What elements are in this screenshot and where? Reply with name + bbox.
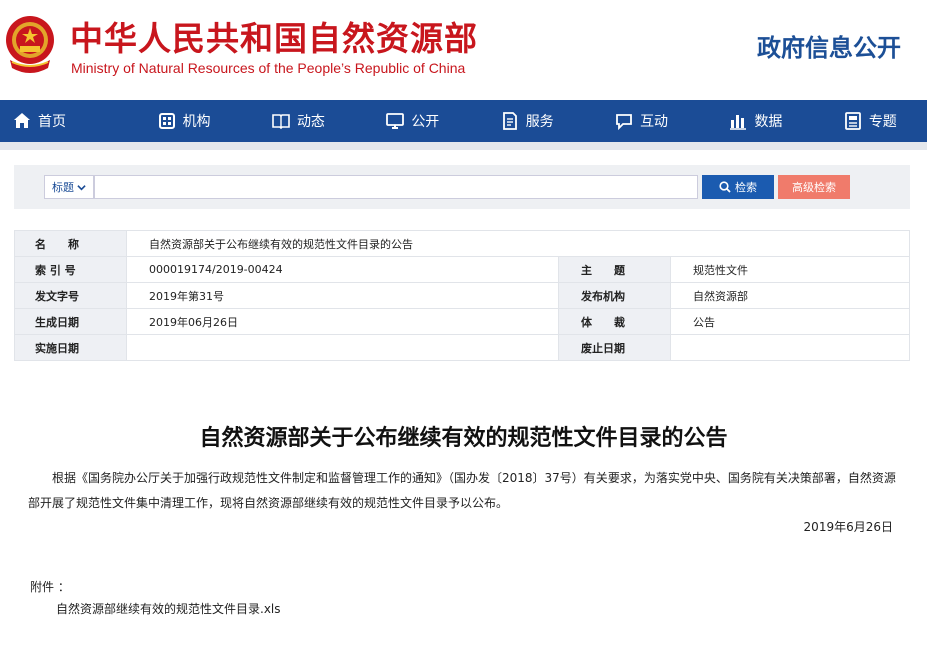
chevron-down-icon <box>77 184 86 190</box>
index-label: 索 引 号 <box>14 256 127 283</box>
nav-item-label: 机构 <box>182 114 211 130</box>
nav-item-label: 专题 <box>868 114 897 130</box>
search-input[interactable] <box>94 175 698 199</box>
search-button-label: 检索 <box>735 181 757 194</box>
table-row: 实施日期 废止日期 <box>14 334 910 361</box>
issuer-label: 发布机构 <box>558 282 671 309</box>
chat-icon <box>616 114 632 131</box>
gov-info-disclosure-title[interactable]: 政府信息公开 <box>757 28 901 63</box>
advanced-search-label: 高级检索 <box>792 181 836 194</box>
nav-item-label: 动态 <box>296 114 325 130</box>
table-row: 生成日期 2019年06月26日 体 裁 公告 <box>14 308 910 335</box>
monitor-icon <box>386 113 405 129</box>
document-icon <box>502 112 517 130</box>
nav-item-topic[interactable]: 专题 <box>813 100 927 142</box>
repeal-label: 废止日期 <box>558 334 671 361</box>
site-title-cn: 中华人民共和国自然资源部 <box>70 19 478 58</box>
search-field-select[interactable]: 标题 <box>44 175 94 199</box>
nav-item-label: 首页 <box>38 114 66 130</box>
created-value: 2019年06月26日 <box>126 308 559 335</box>
nav-item-label: 服务 <box>525 114 554 130</box>
nav-item-disclosure[interactable]: 公开 <box>355 100 469 142</box>
index-value: 000019174/2019-00424 <box>126 256 559 283</box>
home-icon <box>14 113 30 128</box>
nav-item-service[interactable]: 服务 <box>470 100 584 142</box>
attachment-link[interactable]: 自然资源部继续有效的规范性文件目录.xls <box>56 600 281 617</box>
created-label: 生成日期 <box>14 308 127 335</box>
table-row: 发文字号 2019年第31号 发布机构 自然资源部 <box>14 282 910 309</box>
article-date: 2019年6月26日 <box>803 520 893 534</box>
document-info-table: 名 称 自然资源部关于公布继续有效的规范性文件目录的公告 索 引 号 00001… <box>14 230 910 361</box>
nav-item-home[interactable]: 首页 <box>0 100 126 142</box>
nav-divider <box>0 142 927 150</box>
table-row: 索 引 号 000019174/2019-00424 主 题 规范性文件 <box>14 256 910 283</box>
nav-item-label: 互动 <box>640 114 669 130</box>
organization-icon <box>158 113 175 129</box>
search-bar: 标题 检索 高级检索 <box>14 165 910 209</box>
effective-value <box>126 334 559 361</box>
table-row: 名 称 自然资源部关于公布继续有效的规范性文件目录的公告 <box>14 230 910 257</box>
nav-item-news[interactable]: 动态 <box>241 100 355 142</box>
search-field-value: 标题 <box>52 181 74 194</box>
advanced-search-button[interactable]: 高级检索 <box>778 175 850 199</box>
search-icon <box>719 181 731 193</box>
name-label: 名 称 <box>14 230 127 257</box>
name-value: 自然资源部关于公布继续有效的规范性文件目录的公告 <box>126 230 910 257</box>
effective-label: 实施日期 <box>14 334 127 361</box>
nav-item-interaction[interactable]: 互动 <box>584 100 698 142</box>
nav-item-data[interactable]: 数据 <box>698 100 812 142</box>
national-emblem-icon <box>6 16 54 73</box>
book-icon <box>272 114 290 130</box>
site-header: 中华人民共和国自然资源部 Ministry of Natural Resourc… <box>0 0 927 100</box>
nav-item-label: 数据 <box>754 114 783 130</box>
search-button[interactable]: 检索 <box>702 175 774 199</box>
issuer-value: 自然资源部 <box>670 282 910 309</box>
bar-chart-icon <box>730 115 747 130</box>
topic-icon <box>844 112 861 130</box>
docno-label: 发文字号 <box>14 282 127 309</box>
docno-value: 2019年第31号 <box>126 282 559 309</box>
attachment-label: 附件 ： <box>30 580 70 594</box>
article-body: 根据《国务院办公厅关于加强行政规范性文件制定和监督管理工作的通知》（国办发〔20… <box>28 471 896 510</box>
nav-item-organization[interactable]: 机构 <box>126 100 240 142</box>
site-title-en: Ministry of Natural Resources of the Peo… <box>71 60 466 76</box>
main-nav: 首页 机构 动态 公开 服务 互动 数据 专题 <box>0 100 927 142</box>
genre-value: 公告 <box>670 308 910 335</box>
genre-label: 体 裁 <box>558 308 671 335</box>
subject-value: 规范性文件 <box>670 256 910 283</box>
article-title: 自然资源部关于公布继续有效的规范性文件目录的公告 <box>199 426 728 451</box>
repeal-value <box>670 334 910 361</box>
nav-item-label: 公开 <box>411 114 440 130</box>
subject-label: 主 题 <box>558 256 671 283</box>
